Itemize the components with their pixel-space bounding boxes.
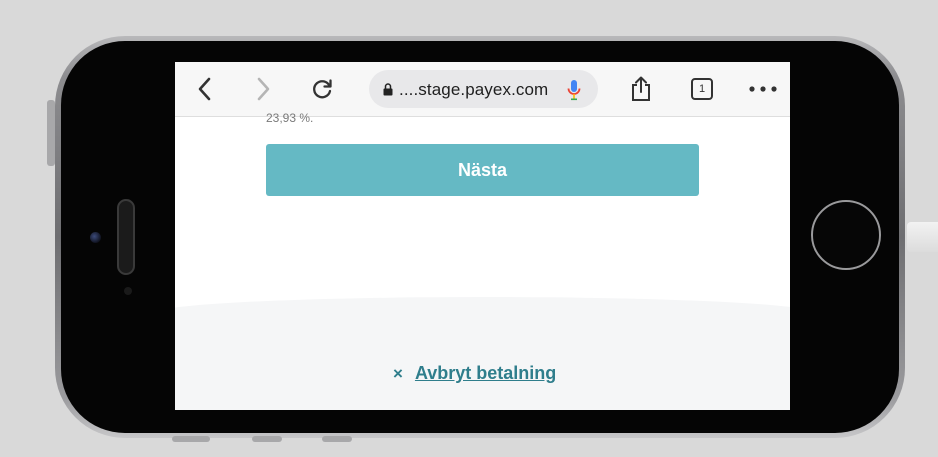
top-button-1 [172,436,210,442]
more-icon[interactable] [748,76,778,102]
footer-section [175,297,790,410]
proximity-sensor [124,287,132,295]
top-button-3 [322,436,352,442]
cancel-payment-label[interactable]: Avbryt betalning [415,363,556,384]
tab-count: 1 [698,83,706,95]
charging-cable [907,222,938,252]
phone-screen: ....stage.payex.com 1 23,93 %. Nästa × A… [175,62,790,410]
microphone-icon[interactable] [567,79,581,106]
back-icon[interactable] [192,76,216,102]
page-content: 23,93 %. Nästa × Avbryt betalning [175,111,790,410]
volume-button [47,100,55,166]
clipped-interest-text: 23,93 %. [266,111,314,125]
browser-toolbar: ....stage.payex.com 1 [175,62,790,117]
share-icon[interactable] [629,76,653,102]
url-text: ....stage.payex.com [399,80,549,99]
tabs-icon[interactable]: 1 [690,76,714,102]
address-bar[interactable]: ....stage.payex.com [369,70,598,108]
earpiece-speaker [117,199,135,275]
cancel-payment-link[interactable]: × Avbryt betalning [393,363,556,384]
home-button[interactable] [811,200,881,270]
close-icon[interactable]: × [393,364,403,384]
lock-icon [383,83,393,101]
next-button[interactable]: Nästa [266,144,699,196]
forward-icon[interactable] [252,76,276,102]
front-camera [90,232,101,243]
top-button-2 [252,436,282,442]
reload-icon[interactable] [310,76,334,102]
